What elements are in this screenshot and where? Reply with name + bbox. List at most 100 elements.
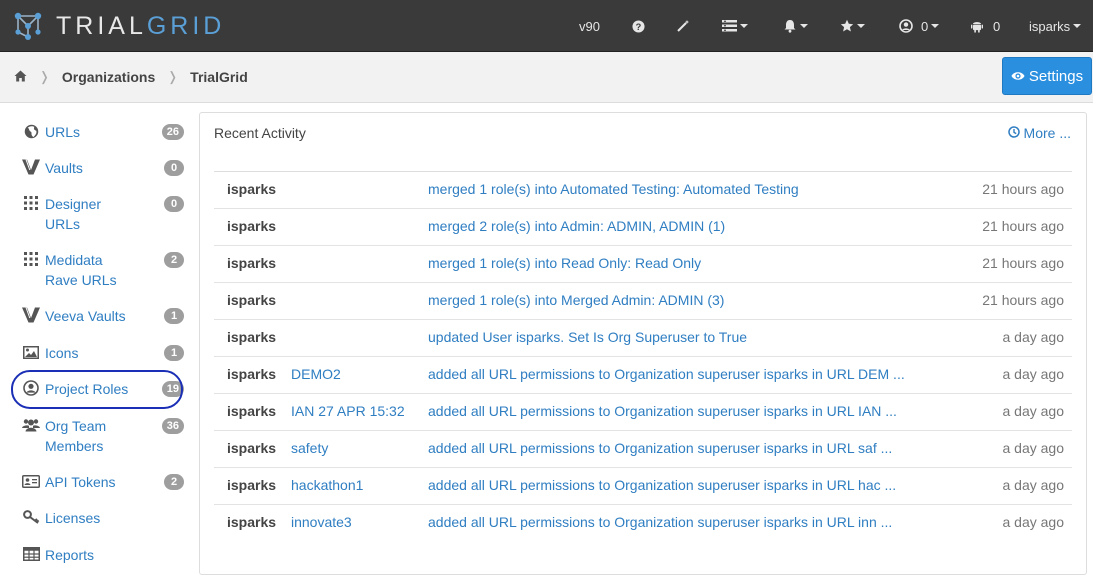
settings-button[interactable]: Settings xyxy=(1002,57,1092,95)
list-menu-dropdown[interactable] xyxy=(722,0,748,52)
activity-action-link[interactable]: added all URL permissions to Organizatio… xyxy=(428,440,892,456)
sidebar-item-licenses[interactable]: Licenses xyxy=(22,508,162,528)
activity-user: isparks xyxy=(227,218,277,234)
activity-row: isparks merged 2 role(s) into Admin: ADM… xyxy=(214,209,1072,246)
activity-action-link[interactable]: updated User isparks. Set Is Org Superus… xyxy=(428,329,747,345)
android-button[interactable]: 0 xyxy=(971,0,1000,52)
user-count: 0 xyxy=(921,18,929,34)
sidebar-item-designer-urls[interactable]: Designer URLs 0 xyxy=(22,194,184,234)
star-icon xyxy=(840,19,854,33)
activity-url-link[interactable]: DEMO2 xyxy=(291,366,341,382)
chevron-down-icon xyxy=(800,24,808,28)
sidebar-item-veeva-vaults[interactable]: Veeva Vaults 1 xyxy=(22,306,184,326)
help-button[interactable]: ? xyxy=(632,0,645,52)
count-badge: 2 xyxy=(164,252,184,268)
activity-user: isparks xyxy=(227,255,277,271)
count-badge: 36 xyxy=(161,418,184,434)
notifications-dropdown[interactable] xyxy=(783,0,808,52)
activity-time: a day ago xyxy=(1002,366,1065,382)
user-count-dropdown[interactable]: 0 xyxy=(899,0,940,52)
breadcrumb-separator: ❭ xyxy=(39,69,50,84)
grid-dots-icon xyxy=(22,194,40,212)
activity-action-link[interactable]: merged 1 role(s) into Merged Admin: ADMI… xyxy=(428,292,724,308)
activity-action-link[interactable]: merged 1 role(s) into Automated Testing:… xyxy=(428,181,799,197)
trialgrid-logo-icon xyxy=(12,10,44,42)
version-text: v90 xyxy=(579,18,600,34)
activity-action-link[interactable]: added all URL permissions to Organizatio… xyxy=(428,514,892,530)
activity-action-link[interactable]: merged 1 role(s) into Read Only: Read On… xyxy=(428,255,701,271)
recent-activity-panel: Recent Activity More ... isparks merged … xyxy=(199,112,1087,575)
breadcrumb-organizations[interactable]: Organizations xyxy=(62,69,155,85)
android-count: 0 xyxy=(993,18,1001,34)
activity-user: isparks xyxy=(227,514,277,530)
android-icon xyxy=(971,19,983,33)
brand-logo[interactable]: TRIALGRID xyxy=(12,10,225,42)
activity-list: isparks merged 1 role(s) into Automated … xyxy=(214,171,1072,542)
activity-row: isparks DEMO2 added all URL permissions … xyxy=(214,357,1072,394)
activity-user: isparks xyxy=(227,477,277,493)
user-menu-dropdown[interactable]: isparks xyxy=(1029,0,1082,52)
clock-icon xyxy=(1007,125,1024,141)
favorites-dropdown[interactable] xyxy=(840,0,865,52)
sidebar-item-org-team-members[interactable]: Org Team Members 36 xyxy=(22,416,184,456)
activity-time: a day ago xyxy=(1002,329,1065,345)
sidebar-item-label: Reports xyxy=(45,547,95,563)
sidebar-item-label: Licenses xyxy=(45,510,101,526)
activity-row: isparks updated User isparks. Set Is Org… xyxy=(214,320,1072,357)
sidebar: URLs 26 Vaults 0 Designer URLs 0 Medidat… xyxy=(0,104,190,583)
breadcrumb: ❭ Organizations ❭ TrialGrid xyxy=(14,52,248,102)
table-icon xyxy=(22,545,40,563)
activity-url-link[interactable]: innovate3 xyxy=(291,514,352,530)
sidebar-item-project-roles[interactable]: Project Roles 19 xyxy=(22,379,184,399)
activity-time: 21 hours ago xyxy=(982,292,1064,308)
chevron-down-icon xyxy=(931,24,940,28)
home-icon[interactable] xyxy=(14,69,27,85)
sidebar-item-api-tokens[interactable]: API Tokens 2 xyxy=(22,472,184,492)
activity-url-link[interactable]: safety xyxy=(291,440,328,456)
activity-row: isparks safety added all URL permissions… xyxy=(214,431,1072,468)
activity-time: a day ago xyxy=(1002,514,1065,530)
sidebar-item-medidata-rave-urls[interactable]: Medidata Rave URLs 2 xyxy=(22,250,184,290)
activity-row: isparks hackathon1 added all URL permiss… xyxy=(214,468,1072,505)
sidebar-item-vaults[interactable]: Vaults 0 xyxy=(22,158,184,178)
eye-icon xyxy=(1011,68,1029,85)
activity-user: isparks xyxy=(227,181,277,197)
activity-row: isparks merged 1 role(s) into Automated … xyxy=(214,172,1072,209)
users-icon xyxy=(22,416,40,434)
activity-url-link[interactable]: hackathon1 xyxy=(291,477,363,493)
sidebar-item-urls[interactable]: URLs 26 xyxy=(22,122,184,142)
count-badge: 1 xyxy=(164,308,184,324)
breadcrumb-trialgrid[interactable]: TrialGrid xyxy=(190,69,248,85)
user-name: isparks xyxy=(1029,18,1071,34)
activity-action-link[interactable]: added all URL permissions to Organizatio… xyxy=(428,366,905,382)
grid-dots-icon xyxy=(22,250,40,268)
activity-action-link[interactable]: added all URL permissions to Organizatio… xyxy=(428,477,896,493)
activity-url-link[interactable]: IAN 27 APR 15:32 xyxy=(291,403,405,419)
magic-wand-button[interactable] xyxy=(676,0,690,52)
chevron-down-icon xyxy=(1073,24,1082,28)
sidebar-item-label: Project Roles xyxy=(45,381,129,397)
version-label[interactable]: v90 xyxy=(579,0,600,52)
activity-row: isparks merged 1 role(s) into Read Only:… xyxy=(214,246,1072,283)
activity-action-link[interactable]: merged 2 role(s) into Admin: ADMIN, ADMI… xyxy=(428,218,725,234)
breadcrumb-separator: ❭ xyxy=(167,69,179,84)
user-circle-icon xyxy=(899,19,913,33)
sidebar-item-reports[interactable]: Reports xyxy=(22,545,162,565)
sidebar-item-icons[interactable]: Icons 1 xyxy=(22,343,184,363)
brand-name: TRIALGRID xyxy=(56,12,225,41)
chevron-down-icon xyxy=(857,24,865,28)
activity-user: isparks xyxy=(227,292,277,308)
magic-wand-icon xyxy=(676,19,690,33)
image-icon xyxy=(22,343,40,361)
list-menu-icon xyxy=(722,20,737,32)
activity-time: a day ago xyxy=(1002,440,1065,456)
sidebar-item-label: Veeva Vaults xyxy=(45,308,126,324)
brand-name-part2: GRID xyxy=(146,11,226,40)
brand-name-part1: TRIAL xyxy=(56,11,147,40)
globe-icon xyxy=(22,122,40,140)
activity-action-link[interactable]: added all URL permissions to Organizatio… xyxy=(428,403,897,419)
more-link[interactable]: More ... xyxy=(1007,125,1071,141)
sidebar-item-label: Org Team Members xyxy=(45,418,107,454)
activity-time: 21 hours ago xyxy=(982,255,1064,271)
sidebar-item-label: Icons xyxy=(45,345,79,361)
